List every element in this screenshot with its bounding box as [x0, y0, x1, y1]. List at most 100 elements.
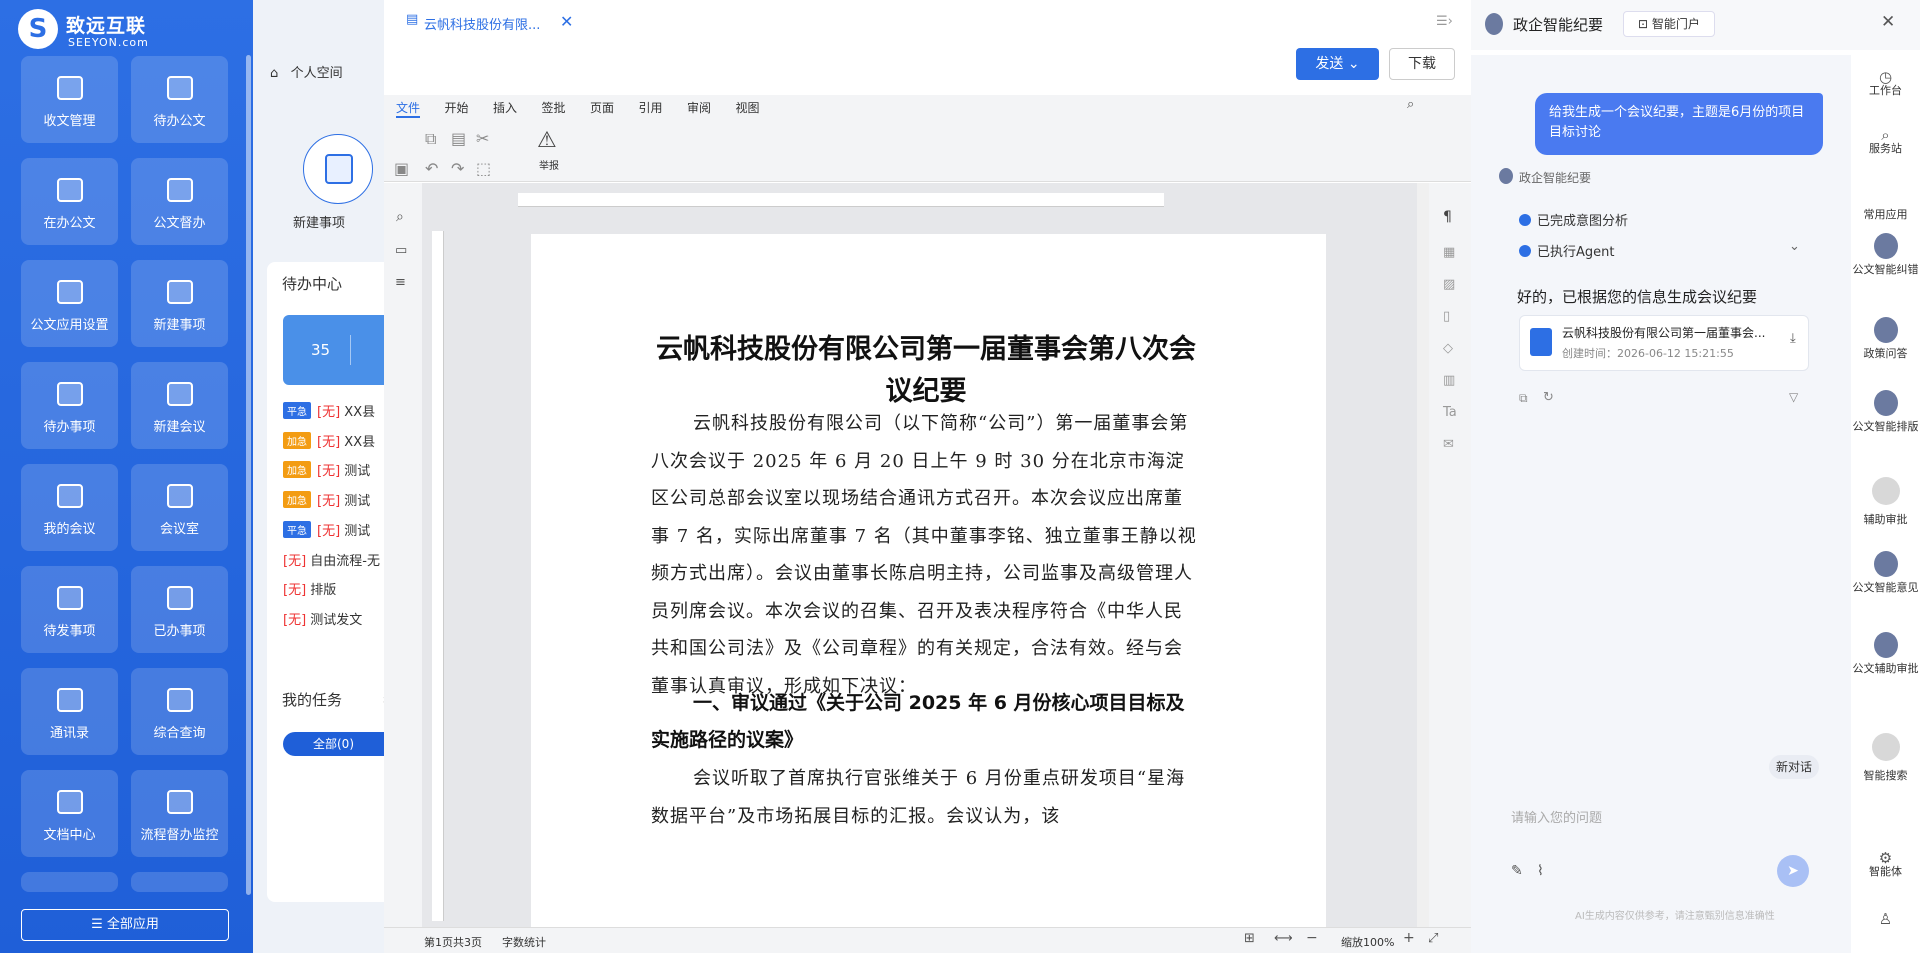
- chart-icon[interactable]: ▥: [1443, 373, 1455, 388]
- menu-tab[interactable]: 引用: [639, 99, 663, 116]
- paste-icon[interactable]: ▤: [451, 129, 466, 148]
- step-agent[interactable]: 已执行Agent: [1519, 241, 1614, 260]
- word-count-button[interactable]: 字数统计: [502, 934, 546, 950]
- attach-icon[interactable]: ⌇: [1537, 863, 1544, 879]
- rail-app[interactable]: 公文智能意见: [1851, 551, 1920, 595]
- page-icon[interactable]: ▯: [1443, 309, 1450, 324]
- rail-app[interactable]: 智能搜索: [1851, 733, 1920, 783]
- todo-row[interactable]: [无] 排版: [283, 579, 336, 599]
- doc-tab-title[interactable]: 云帆科技股份有限...: [424, 14, 540, 33]
- close-icon[interactable]: ✕: [1881, 12, 1895, 32]
- app-tile[interactable]: 流程督办监控: [131, 770, 228, 857]
- copy-icon[interactable]: ⧉: [425, 129, 436, 149]
- collapse-panel-icon[interactable]: ☰›: [1436, 14, 1453, 29]
- copy-icon[interactable]: ⧉: [1519, 391, 1528, 406]
- download-icon[interactable]: ⤓: [1790, 331, 1796, 346]
- fit-width-icon[interactable]: ⟷: [1274, 931, 1293, 946]
- app-tile[interactable]: 在办公文: [21, 158, 118, 245]
- todo-row[interactable]: [无] 测试发文: [283, 609, 362, 629]
- app-tile[interactable]: 待办公文: [131, 56, 228, 143]
- user-icon[interactable]: ♙: [1851, 912, 1920, 927]
- app-tile[interactable]: 文档中心: [21, 770, 118, 857]
- document-page[interactable]: 云帆科技股份有限公司第一届董事会第八次会议纪要 云帆科技股份有限公司（以下简称“…: [531, 234, 1326, 927]
- generated-file-card[interactable]: 云帆科技股份有限公司第一届董事会... 创建时间：2026-06-12 15:2…: [1519, 315, 1809, 371]
- dislike-icon[interactable]: ▽: [1789, 390, 1798, 404]
- menu-tab[interactable]: 开始: [445, 99, 469, 116]
- todo-row[interactable]: 加急 [无] XX县: [283, 431, 375, 451]
- menu-tab[interactable]: 签批: [542, 99, 566, 116]
- image-icon[interactable]: ▨: [1443, 277, 1455, 292]
- refresh-icon[interactable]: ↻: [1543, 390, 1554, 405]
- pilcrow-icon[interactable]: ¶: [1443, 209, 1452, 225]
- download-button[interactable]: 下载: [1389, 48, 1455, 80]
- send-button[interactable]: 发送 ⌄: [1296, 48, 1379, 80]
- view-mode-icon[interactable]: ⊞: [1244, 931, 1255, 946]
- todo-row[interactable]: [无] 自由流程-无: [283, 550, 380, 570]
- menu-tab[interactable]: 插入: [493, 99, 517, 116]
- seeyon-logo[interactable]: S 致远互联 SEEYON.com: [18, 9, 218, 49]
- report-icon[interactable]: ⚠: [537, 128, 557, 153]
- menu-tab[interactable]: 视图: [736, 99, 760, 116]
- select-icon[interactable]: ⬚: [476, 159, 491, 178]
- app-tile[interactable]: 公文应用设置: [21, 260, 118, 347]
- home-tab[interactable]: ⌂ 个人空间: [270, 62, 343, 81]
- search-icon[interactable]: ⌕: [1407, 97, 1414, 112]
- outline-icon[interactable]: ≡: [395, 275, 406, 290]
- rail-app[interactable]: 政策问答: [1851, 317, 1920, 361]
- service-button[interactable]: ⌕ 服务站: [1851, 128, 1920, 156]
- text-icon[interactable]: Ta: [1443, 405, 1457, 420]
- app-tile[interactable]: 通讯录: [21, 668, 118, 755]
- table-icon[interactable]: ▦: [1443, 245, 1455, 260]
- app-tile[interactable]: 会议室: [131, 464, 228, 551]
- chat-input[interactable]: 请输入您的问题: [1511, 807, 1602, 826]
- send-message-button[interactable]: ➤: [1777, 855, 1809, 887]
- rail-app[interactable]: 公文智能排版: [1851, 390, 1920, 434]
- find-icon[interactable]: ⌕: [396, 209, 404, 225]
- rail-app[interactable]: 公文智能纠错: [1851, 233, 1920, 277]
- task-all-filter[interactable]: 全部(0): [283, 732, 384, 756]
- app-tile[interactable]: 待办事项: [21, 362, 118, 449]
- menu-tab[interactable]: 页面: [590, 99, 614, 116]
- todo-row[interactable]: 加急 [无] 测试: [283, 490, 370, 510]
- app-tile[interactable]: 收文管理: [21, 56, 118, 143]
- menu-tab[interactable]: 审阅: [687, 99, 711, 116]
- mail-icon[interactable]: ✉: [1443, 437, 1454, 452]
- sidebar-scrollbar[interactable]: [246, 55, 251, 895]
- horizontal-ruler[interactable]: [518, 193, 1164, 207]
- redo-icon[interactable]: ↷: [451, 159, 464, 178]
- app-tile[interactable]: [21, 872, 118, 892]
- all-apps-button[interactable]: ☰ 全部应用: [21, 909, 229, 941]
- app-tile[interactable]: 新建会议: [131, 362, 228, 449]
- close-tab-icon[interactable]: ✕: [560, 12, 573, 31]
- vertical-ruler[interactable]: [432, 231, 444, 921]
- document-canvas[interactable]: 云帆科技股份有限公司第一届董事会第八次会议纪要 云帆科技股份有限公司（以下简称“…: [422, 183, 1429, 927]
- new-chat-button[interactable]: 新对话: [1769, 755, 1819, 779]
- zoom-level[interactable]: 缩放100%: [1341, 934, 1394, 950]
- rail-app[interactable]: 公文辅助审批: [1851, 632, 1920, 676]
- app-tile[interactable]: 已办事项: [131, 566, 228, 653]
- chevron-down-icon[interactable]: ⌄: [1789, 239, 1800, 254]
- fullscreen-icon[interactable]: ⤢: [1428, 931, 1438, 946]
- app-tile[interactable]: 我的会议: [21, 464, 118, 551]
- app-tile[interactable]: 待发事项: [21, 566, 118, 653]
- todo-count-card[interactable]: 35: [283, 315, 384, 385]
- app-tile[interactable]: [131, 872, 228, 892]
- menu-tab[interactable]: 文件: [396, 99, 421, 118]
- new-item-button[interactable]: [303, 134, 373, 204]
- shape-icon[interactable]: ◇: [1443, 341, 1453, 356]
- app-tile[interactable]: 新建事项: [131, 260, 228, 347]
- zoom-out-icon[interactable]: −: [1306, 930, 1318, 946]
- doc-scrollbar[interactable]: [1417, 183, 1429, 927]
- todo-row[interactable]: 平急 [无] 测试: [283, 520, 370, 540]
- todo-row[interactable]: 加急 [无] 测试: [283, 460, 370, 480]
- agent-button[interactable]: ⚙ 智能体: [1851, 851, 1920, 879]
- save-icon[interactable]: ▣: [394, 159, 409, 178]
- magic-icon[interactable]: ✎: [1511, 863, 1523, 879]
- rail-app[interactable]: 辅助审批: [1851, 477, 1920, 527]
- zoom-in-icon[interactable]: +: [1403, 930, 1415, 946]
- workbench-button[interactable]: ◷ 工作台: [1851, 70, 1920, 98]
- cut-icon[interactable]: ✂: [476, 129, 489, 148]
- undo-icon[interactable]: ↶: [425, 159, 438, 178]
- app-tile[interactable]: 综合查询: [131, 668, 228, 755]
- comment-icon[interactable]: ▭: [395, 243, 407, 258]
